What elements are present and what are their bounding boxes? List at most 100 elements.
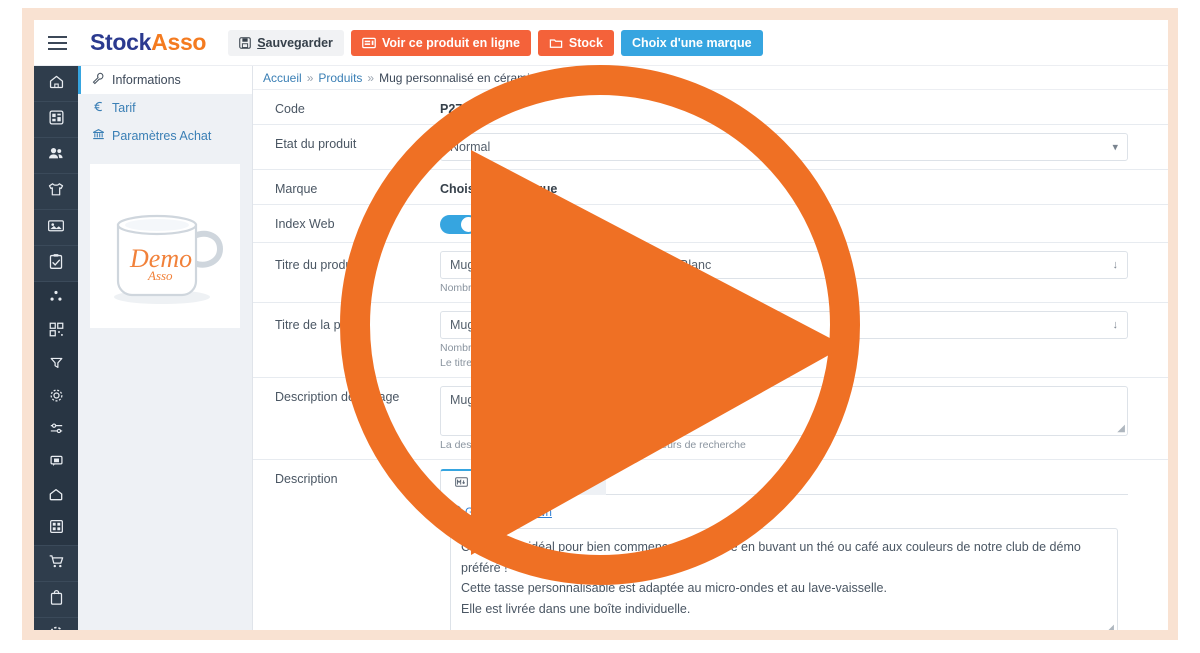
logo-part-1: Stock — [90, 29, 152, 55]
home-icon — [48, 73, 65, 95]
index-web-toggle[interactable] — [440, 215, 478, 234]
tab-html[interactable]: HTML — [543, 469, 607, 495]
form-row-description: Description Markdown HTML Guide Markdown… — [253, 460, 1168, 630]
download-arrow-icon[interactable]: ↓ — [1113, 259, 1119, 271]
view-product-online-button[interactable]: Voir ce produit en ligne — [350, 29, 531, 56]
sidebar-item-label: Tarif — [112, 101, 136, 115]
description-page-hint: La description de la page apparaît dans … — [440, 439, 746, 451]
titre-page-input[interactable]: Mug personnalisé en céramique 310 ml - B… — [440, 311, 1128, 339]
save-disk-icon — [239, 36, 251, 49]
description-editor-body: Guide Markdown Ce Mug est idéal pour bie… — [440, 495, 1128, 630]
description-page-textarea[interactable]: Mug personnalisé en céramique 310 ml - B… — [440, 386, 1128, 436]
form-row-titre-produit: Titre du produit* Mug personnalisé en cé… — [253, 243, 1168, 303]
nodes-icon — [48, 289, 64, 308]
window-icon — [362, 37, 376, 49]
sidebar-item-parametres-achat[interactable]: Paramètres Achat — [78, 122, 252, 150]
bank-icon — [92, 128, 105, 144]
sidebar-item-cart[interactable] — [34, 546, 78, 582]
label-description: Description — [275, 472, 338, 486]
sidebar-item-home[interactable] — [34, 66, 78, 102]
product-subnav: Informations Tarif Paramètres Achat Demo… — [78, 66, 253, 630]
label-titre-page: Titre de la page* — [275, 311, 440, 332]
stock-button[interactable]: Stock — [537, 29, 614, 56]
sidebar-item-informations[interactable]: Informations — [78, 66, 252, 94]
download-arrow-icon[interactable]: ↓ — [1113, 319, 1119, 331]
label-titre-produit-text: Titre du produit — [275, 258, 359, 273]
hamburger-icon[interactable] — [34, 20, 80, 66]
tab-html-label: HTML — [558, 475, 592, 490]
save-button-label: Sauvegarder — [257, 35, 333, 50]
save-button-rest: auvegarder — [265, 35, 333, 50]
dashboard-icon — [48, 109, 65, 131]
guide-markdown-link[interactable]: Guide Markdown — [450, 505, 552, 520]
svg-text:Asso: Asso — [147, 268, 173, 283]
flag-icon — [49, 454, 64, 473]
chevron-down-icon: ▾ — [1112, 141, 1118, 154]
resize-grip-icon[interactable]: ◢ — [1117, 423, 1125, 434]
choose-brand-button[interactable]: Choix d'une marque — [620, 29, 763, 56]
euro-icon — [92, 100, 105, 116]
app-window: StockAsso Sauvegarder Voir ce produit en… — [34, 20, 1168, 630]
breadcrumb-current: Mug personnalisé en céramique 310 ml - B… — [379, 70, 630, 85]
marque-choose-link[interactable]: Choisir une marque — [440, 178, 1128, 196]
description-line-4: Elle est livrée dans une boîte individue… — [461, 601, 691, 616]
sidebar-item-flag[interactable] — [34, 447, 78, 480]
info-circle-icon — [450, 505, 462, 520]
save-button[interactable]: Sauvegarder — [228, 29, 344, 56]
required-marker: * — [358, 255, 363, 267]
grid-icon — [49, 519, 64, 539]
funnel-icon — [49, 356, 64, 374]
description-line-3: Cette tasse personnalisable est adaptée … — [461, 581, 887, 596]
sidebar-item-gear[interactable] — [34, 381, 78, 414]
titre-produit-input[interactable]: Mug personnalisé en céramique 310 ml - B… — [440, 251, 1128, 279]
bag-icon — [49, 589, 64, 611]
sidebar-item-sliders[interactable] — [34, 414, 78, 447]
product-thumbnail[interactable]: Demo Asso — [90, 164, 240, 328]
label-etat-produit: Etat du produit — [275, 137, 357, 151]
breadcrumb-produits[interactable]: Produits — [318, 71, 362, 85]
sidebar-item-funnel[interactable] — [34, 348, 78, 381]
sidebar-item-shop[interactable] — [34, 480, 78, 513]
tab-markdown[interactable]: Markdown — [440, 469, 544, 495]
choose-brand-label: Choix d'une marque — [631, 35, 752, 50]
tab-markdown-label: Markdown — [473, 476, 529, 490]
breadcrumb-home[interactable]: Accueil — [263, 71, 302, 85]
description-editor-tabs: Markdown HTML — [440, 468, 1128, 495]
cart-icon — [48, 553, 65, 574]
product-form: Code P274 Etat du produit Normal ▾ Marqu… — [253, 90, 1168, 630]
app-logo: StockAsso — [90, 29, 206, 56]
markdown-icon — [455, 476, 468, 490]
clipboard-check-icon — [48, 253, 64, 275]
sidebar-item-gallery[interactable] — [34, 210, 78, 246]
resize-grip-icon[interactable]: ◢ — [1106, 621, 1114, 631]
gear-icon — [49, 388, 64, 408]
gallery-icon — [47, 217, 65, 238]
sidebar-item-bag[interactable] — [34, 582, 78, 618]
description-page-value: Mug personnalisé en céramique 310 ml - B… — [450, 393, 712, 407]
toggle-knob — [461, 217, 476, 232]
sidebar-item-orders[interactable] — [34, 246, 78, 282]
qrcode-icon — [49, 322, 64, 342]
form-row-titre-page: Titre de la page* Mug personnalisé en cé… — [253, 303, 1168, 378]
breadcrumb: Accueil » Produits » Mug personnalisé en… — [253, 66, 1168, 90]
sidebar-item-settings[interactable] — [34, 618, 78, 630]
sidebar-item-tarif[interactable]: Tarif — [78, 94, 252, 122]
etat-produit-value: Normal — [450, 140, 491, 154]
etat-produit-select[interactable]: Normal ▾ — [440, 133, 1128, 161]
titre-page-hint: Nombre de caractères : 50 — [440, 342, 565, 354]
sidebar-item-products[interactable] — [34, 174, 78, 210]
sidebar-item-qrcode[interactable] — [34, 315, 78, 348]
label-description-page: Description de la page — [275, 390, 400, 404]
sidebar-item-dashboard[interactable] — [34, 102, 78, 138]
titre-produit-hint: Nombre de caractères : 50 — [440, 282, 565, 294]
sidebar-item-label: Informations — [112, 73, 181, 87]
form-row-etat-produit: Etat du produit Normal ▾ — [253, 125, 1168, 170]
description-markdown-textarea[interactable]: Ce Mug est idéal pour bien commencer la … — [450, 528, 1118, 630]
sidebar-item-grid[interactable] — [34, 513, 78, 546]
top-toolbar: StockAsso Sauvegarder Voir ce produit en… — [34, 20, 1168, 66]
form-row-index-web: Index Web — [253, 205, 1168, 243]
mug-image: Demo Asso — [114, 214, 224, 304]
screenshot-frame: StockAsso Sauvegarder Voir ce produit en… — [22, 8, 1178, 640]
sidebar-item-users[interactable] — [34, 138, 78, 174]
sidebar-item-nodes[interactable] — [34, 282, 78, 315]
